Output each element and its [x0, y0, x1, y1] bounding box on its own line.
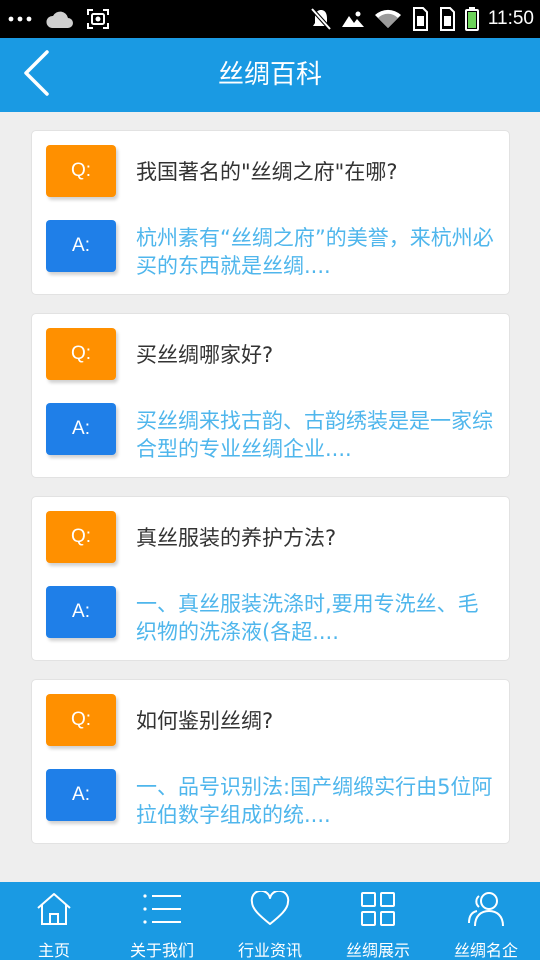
status-bar: 11:50: [0, 0, 540, 38]
answer-text: 一、真丝服装洗涤时,要用专洗丝、毛织物的洗涤液(各超....: [136, 592, 479, 644]
question-text: 真丝服装的养护方法?: [136, 526, 337, 550]
nav-item-home[interactable]: 主页: [0, 882, 108, 960]
nav-label: 关于我们: [129, 941, 194, 960]
answer-text: 杭州素有“丝绸之府”的美誉，来杭州必买的东西就是丝绸....: [136, 226, 494, 278]
nav-label: 主页: [37, 941, 70, 960]
more-dots-icon: [8, 15, 32, 23]
nav-item-about[interactable]: 关于我们: [108, 882, 216, 960]
nav-item-news[interactable]: 行业资讯: [216, 882, 324, 960]
list-icon: [108, 888, 216, 930]
app-header: 丝绸百科: [0, 38, 540, 112]
question-badge: Q:: [46, 145, 116, 197]
nav-label: 行业资讯: [237, 941, 302, 960]
faq-list[interactable]: Q: 我国著名的"丝绸之府"在哪? A: 杭州素有“丝绸之府”的美誉，来杭州必买…: [0, 112, 540, 882]
faq-card[interactable]: Q: 买丝绸哪家好? A: 买丝绸来找古韵、古韵绣装是是一家综合型的专业丝绸企业…: [31, 313, 510, 478]
battery-icon: [464, 7, 479, 31]
question-text: 我国著名的"丝绸之府"在哪?: [136, 160, 398, 184]
answer-text: 买丝绸来找古韵、古韵绣装是是一家综合型的专业丝绸企业....: [136, 409, 493, 461]
question-badge: Q:: [46, 328, 116, 380]
answer-badge: A:: [46, 220, 116, 272]
question-badge: Q:: [46, 694, 116, 746]
bottom-nav: 主页 关于我们 行业资讯 丝绸展示 丝绸名企: [0, 882, 540, 960]
heart-icon: [216, 888, 324, 930]
sim2-icon: [438, 7, 456, 31]
faq-card[interactable]: Q: 真丝服装的养护方法? A: 一、真丝服装洗涤时,要用专洗丝、毛织物的洗涤液…: [31, 496, 510, 661]
cloud-icon: [44, 8, 74, 30]
nav-label: 丝绸名企: [453, 941, 518, 960]
question-badge: Q:: [46, 511, 116, 563]
page-title: 丝绸百科: [217, 60, 322, 90]
answer-badge: A:: [46, 586, 116, 638]
answer-text: 一、品号识别法:国产绸缎实行由5位阿拉伯数字组成的统....: [136, 775, 493, 827]
wifi-icon: [374, 8, 402, 30]
nav-label: 丝绸展示: [345, 941, 410, 960]
nav-item-enterprises[interactable]: 丝绸名企: [432, 882, 540, 960]
sim1-icon: [411, 7, 429, 31]
question-text: 买丝绸哪家好?: [136, 343, 274, 367]
question-text: 如何鉴别丝绸?: [136, 709, 274, 733]
mute-icon: [310, 7, 332, 31]
answer-badge: A:: [46, 769, 116, 821]
status-time: 11:50: [487, 8, 534, 29]
photo-icon: [341, 10, 365, 28]
home-icon: [0, 888, 108, 930]
users-icon: [432, 888, 540, 930]
faq-card[interactable]: Q: 如何鉴别丝绸? A: 一、品号识别法:国产绸缎实行由5位阿拉伯数字组成的统…: [31, 679, 510, 844]
screenshot-icon: [86, 8, 110, 30]
grid-icon: [324, 888, 432, 930]
faq-card[interactable]: Q: 我国著名的"丝绸之府"在哪? A: 杭州素有“丝绸之府”的美誉，来杭州必买…: [31, 130, 510, 295]
answer-badge: A:: [46, 403, 116, 455]
nav-item-showcase[interactable]: 丝绸展示: [324, 882, 432, 960]
